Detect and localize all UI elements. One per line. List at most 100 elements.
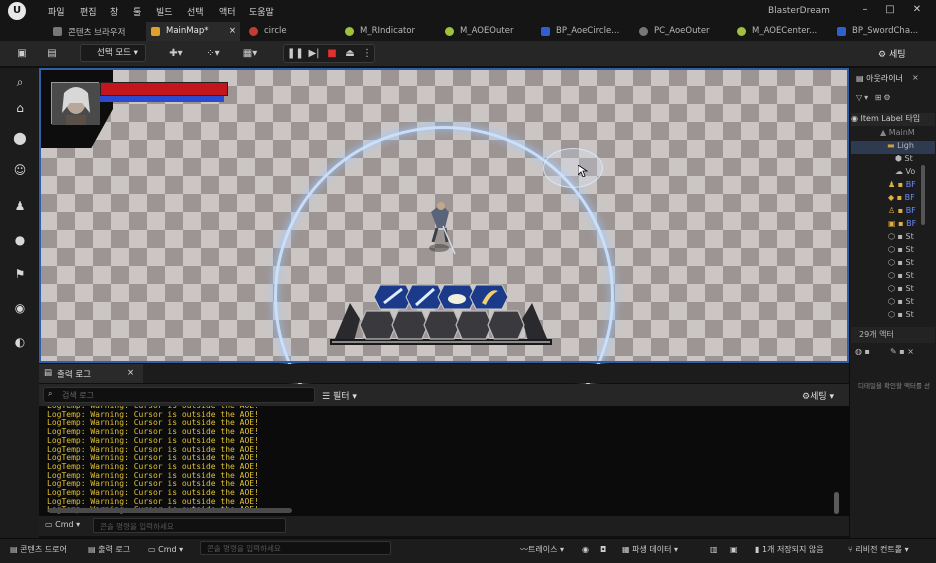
menu-edit[interactable]: 편집 [80, 5, 97, 18]
tab-mainmap[interactable]: MainMap* × [146, 22, 240, 41]
tab-pc-aoeouter[interactable]: PC_AoeOuter [634, 22, 728, 41]
tab-content-browser[interactable]: 콘텐츠 브라우저 [48, 22, 140, 41]
log-horizontal-scrollbar[interactable] [48, 508, 292, 513]
tab-label: MainMap* [166, 26, 209, 36]
content-browser-icon[interactable]: ▤ [42, 44, 62, 63]
menu-help[interactable]: 도움말 [249, 5, 274, 18]
flag-icon[interactable]: ⚑ [10, 264, 30, 284]
cinematics-icon[interactable]: ▦▾ [237, 44, 263, 63]
search-placeholder: 검색 로그 [62, 391, 94, 400]
step-icon[interactable]: ▶| [306, 44, 322, 63]
tab-label: M_AOEOuter [460, 26, 514, 36]
outliner-row[interactable]: ⬡ ▪ St [888, 258, 914, 271]
outliner-row[interactable]: ⬡ ▪ St [888, 297, 914, 310]
mesh-icon: ⬡ ▪ [888, 271, 906, 280]
material-icon [445, 27, 454, 36]
level-icon [151, 27, 160, 36]
derived-data-dropdown[interactable]: ▦ 파생 데이터 ▾ [622, 543, 678, 557]
outliner-row[interactable]: ☁ Vo [895, 167, 915, 180]
search-icon[interactable]: ⌕ [10, 72, 30, 92]
outliner-row[interactable]: ⬡ ▪ St [888, 310, 914, 323]
eject-icon[interactable]: ⏏ [342, 44, 358, 63]
outliner-row[interactable]: ♙ ▪ BF [888, 206, 916, 219]
content-drawer-button[interactable]: ▤ 콘텐츠 드로어 [10, 543, 67, 557]
outliner-scrollbar[interactable] [921, 165, 925, 225]
minimize-icon[interactable]: – [858, 4, 872, 15]
tab-m-aoecenter[interactable]: M_AOECenter... [732, 22, 828, 41]
visibility-icon[interactable]: ◉ [851, 114, 861, 123]
outliner-row[interactable]: ◆ ▪ BF [888, 193, 915, 206]
actor-icon[interactable]: ♟ [10, 196, 30, 216]
outliner-row[interactable]: ⬡ ▪ St [888, 232, 914, 245]
output-log-button[interactable]: ▤ 출력 로그 [88, 543, 130, 557]
add-actor-icon[interactable]: ✚▾ [165, 44, 187, 63]
outliner-row[interactable]: ⬡ ▪ St [888, 271, 914, 284]
status-console-input[interactable]: 콘솔 명령을 입력하세요 [200, 541, 391, 555]
outliner-row[interactable]: ⬢ St [895, 154, 913, 167]
unsaved-indicator[interactable]: ▮ 1개 저장되지 않음 [755, 543, 824, 557]
blueprint-menu-icon[interactable]: ⁘▾ [200, 44, 226, 63]
outliner-row[interactable]: ⬡ ▪ St [888, 245, 914, 258]
outliner-row[interactable]: ♟ ▪ BF [888, 180, 916, 193]
outliner-row[interactable]: ▬ Ligh [851, 141, 935, 154]
record-icon[interactable]: ◉ [582, 543, 589, 557]
menu-tools[interactable]: 툴 [133, 5, 141, 18]
lit-icon[interactable]: ⬤ [10, 128, 30, 148]
selection-mode-dropdown[interactable]: 선택 모드 ▾ [80, 44, 146, 62]
mesh-icon[interactable]: ◉ [10, 298, 30, 318]
unreal-logo-icon[interactable]: U [8, 2, 26, 20]
tab-m-rindicator[interactable]: M_RIndicator [340, 22, 434, 41]
tab-bp-swordcha[interactable]: BP_SwordCha... [832, 22, 936, 41]
console-input[interactable]: 콘솔 명령을 입력하세요 [93, 518, 286, 533]
more-options-icon[interactable]: ⋮ [361, 44, 373, 63]
settings-button[interactable]: ⚙ 세팅 [878, 47, 906, 60]
trace-icon: 〰 [520, 545, 528, 554]
menu-window[interactable]: 창 [110, 5, 118, 18]
revision-control-dropdown[interactable]: ⑂ 리비전 컨트롤 ▾ [848, 543, 909, 557]
tab-close-icon[interactable]: × [229, 26, 236, 36]
menu-select[interactable]: 선택 [187, 5, 204, 18]
log-search-input[interactable]: ⌕ 검색 로그 [43, 387, 315, 403]
filter-dropdown[interactable]: ☰ 필터 ▾ [322, 389, 357, 402]
log-vertical-scrollbar[interactable] [834, 492, 839, 514]
save-icon[interactable]: ▣ [12, 44, 32, 63]
data-icon: ▦ [622, 545, 633, 554]
perspective-icon[interactable]: ⌂ [10, 98, 30, 118]
menu-actor[interactable]: 액터 [219, 5, 236, 18]
outliner-toolbar[interactable]: ▽▾ ⊞⚙ [856, 93, 932, 106]
menu-build[interactable]: 빌드 [156, 5, 173, 18]
outliner-row[interactable]: ▲ MainM [880, 128, 915, 141]
show-icon[interactable]: ☺ [10, 160, 30, 180]
log-icon: ▤ [44, 368, 53, 378]
save-icon[interactable]: ▣ [730, 543, 738, 557]
outliner-close-icon[interactable]: × [912, 73, 922, 86]
outliner-title[interactable]: ▤ 아웃라이너 [856, 73, 903, 86]
menu-file[interactable]: 파일 [48, 5, 65, 18]
log-settings-label: 세팅 [810, 392, 827, 402]
sphere-icon[interactable]: ◐ [10, 332, 30, 352]
tab-m-aoeouter[interactable]: M_AOEOuter [440, 22, 532, 41]
stop-icon[interactable]: ■ [325, 44, 339, 63]
close-icon[interactable]: ✕ [910, 4, 924, 15]
details-tab[interactable]: ◍ ▪ [855, 347, 885, 360]
pause-icon[interactable]: ❚❚ [287, 44, 304, 63]
outliner-row[interactable]: ⬡ ▪ St [888, 284, 914, 297]
stats-icon[interactable]: ▥ [710, 543, 718, 557]
tab-close-icon[interactable]: × [127, 368, 134, 378]
tab-bp-aoecircle[interactable]: BP_AoeCircle... [536, 22, 630, 41]
status-cmd-dropdown[interactable]: ▭ Cmd ▾ [148, 543, 183, 557]
cmd-dropdown[interactable]: ▭ Cmd ▾ [45, 520, 80, 529]
outliner-row[interactable]: ▣ ▪ BF [888, 219, 916, 232]
row-label: MainM [888, 128, 915, 137]
details-edit-tab[interactable]: ✎ ▪ × [890, 347, 930, 360]
tab-output-log[interactable]: ▤ 출력 로그 × [39, 364, 143, 383]
trace-dropdown[interactable]: 〰트레이스 ▾ [520, 543, 564, 557]
maximize-icon[interactable]: □ [883, 4, 897, 15]
tab-circle[interactable]: circle [244, 22, 336, 41]
actor-icon: ◆ ▪ [888, 193, 905, 202]
log-text-area[interactable]: LogTemp: Warning: Cursor is outside the … [39, 406, 849, 516]
cmd-label: Cmd [55, 520, 74, 529]
light-icon[interactable]: ● [10, 230, 30, 250]
camera-icon[interactable]: ◘ [600, 543, 606, 557]
log-settings-button[interactable]: ⚙세팅 ▾ [802, 389, 834, 402]
